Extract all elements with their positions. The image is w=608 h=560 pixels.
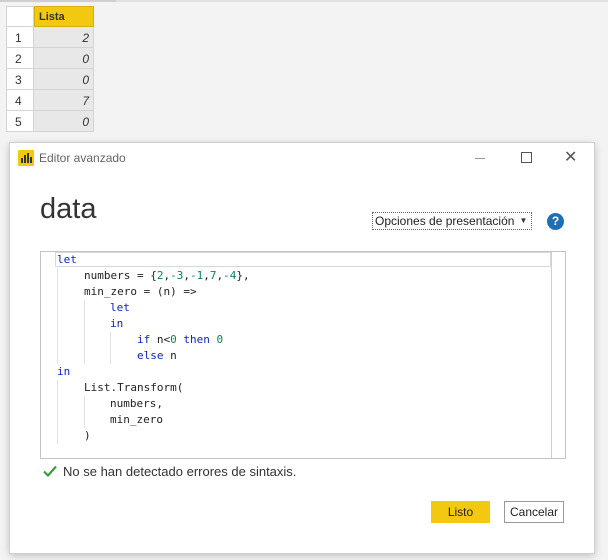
indent-guide	[84, 396, 85, 428]
row-number: 1	[6, 27, 34, 48]
code-line-7: else n	[137, 349, 177, 362]
code-line-11: min_zero	[110, 413, 163, 426]
maximize-icon	[521, 152, 532, 163]
cancel-button[interactable]: Cancelar	[504, 501, 564, 523]
advanced-editor-dialog: Editor avanzado ✕ data Opciones de prese…	[10, 143, 594, 553]
maximize-button[interactable]	[503, 143, 549, 173]
help-icon[interactable]: ?	[547, 213, 564, 230]
cell-value[interactable]: 7	[34, 90, 94, 111]
table-row: 1 2	[6, 27, 94, 48]
close-button[interactable]: ✕	[548, 143, 594, 173]
code-line-1: let	[57, 253, 77, 266]
indent-guide	[57, 268, 58, 364]
cell-value[interactable]: 0	[34, 69, 94, 90]
code-line-10: numbers,	[110, 397, 163, 410]
code-line-5: in	[110, 317, 124, 330]
table-row: 5 0	[6, 111, 94, 132]
indent-guide	[84, 300, 85, 364]
minimize-icon	[475, 158, 485, 159]
done-button[interactable]: Listo	[431, 501, 490, 523]
cell-value[interactable]: 2	[34, 27, 94, 48]
row-number: 5	[6, 111, 34, 132]
powerbi-app-icon	[18, 150, 34, 166]
close-icon: ✕	[564, 147, 578, 166]
display-options-dropdown[interactable]: Opciones de presentación ▼	[372, 212, 533, 230]
code-line-6: if n<0 then 0	[137, 333, 224, 346]
code-editor[interactable]: let numbers = {2,-3,-1,7,-4}, min_zero =…	[40, 251, 566, 459]
code-line-2: numbers = {2,-3,-1,7,-4},	[84, 269, 250, 282]
row-number: 4	[6, 90, 34, 111]
top-divider-segment	[0, 0, 116, 2]
row-number: 3	[6, 69, 34, 90]
cell-value[interactable]: 0	[34, 48, 94, 69]
code-line-3: min_zero = (n) =>	[84, 285, 197, 298]
dialog-titlebar[interactable]: Editor avanzado ✕	[10, 143, 594, 173]
code-line-8: in	[57, 365, 71, 378]
current-line-highlight	[55, 252, 551, 267]
syntax-status-message: No se han detectado errores de sintaxis.	[63, 464, 297, 479]
indent-guide	[57, 380, 58, 444]
table-row: 4 7	[6, 90, 94, 111]
minimize-button[interactable]	[457, 143, 503, 173]
display-options-label: Opciones de presentación	[375, 214, 515, 228]
indent-guide	[110, 332, 111, 364]
editor-margin-line	[551, 252, 552, 458]
chevron-down-icon: ▼	[519, 216, 528, 225]
table-row: 3 0	[6, 69, 94, 90]
table-corner	[6, 6, 34, 27]
cell-value[interactable]: 0	[34, 111, 94, 132]
checkmark-icon	[43, 465, 57, 478]
column-header-lista[interactable]: Lista	[34, 6, 94, 27]
query-name: data	[40, 193, 97, 225]
code-line-4: let	[110, 301, 130, 314]
dialog-title: Editor avanzado	[39, 151, 126, 165]
code-line-9: List.Transform(	[84, 381, 184, 394]
top-divider	[0, 0, 608, 2]
table-row: 2 0	[6, 48, 94, 69]
code-line-12: )	[84, 429, 91, 442]
row-number: 2	[6, 48, 34, 69]
